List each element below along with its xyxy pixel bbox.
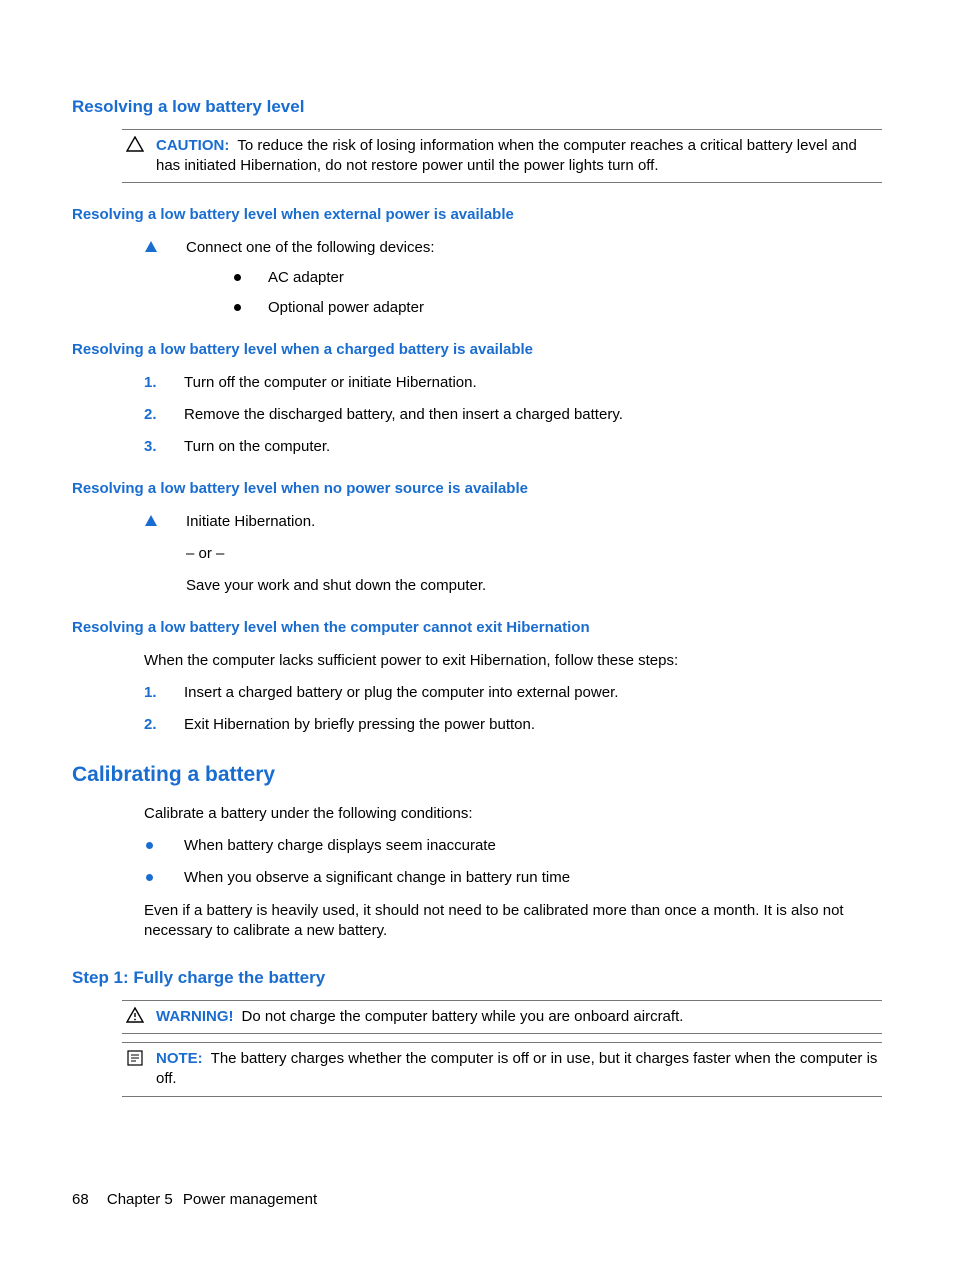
step-text: Exit Hibernation by briefly pressing the… [184, 716, 535, 733]
initiate-hibernation-text: Initiate Hibernation. [186, 513, 315, 530]
list-item: When battery charge displays seem inaccu… [144, 836, 882, 856]
heading-calibrating: Calibrating a battery [72, 761, 882, 789]
step-item: 1. Insert a charged battery or plug the c… [144, 683, 882, 703]
note-label: NOTE: [156, 1050, 211, 1067]
steps-cannot-exit: 1. Insert a charged battery or plug the c… [144, 683, 882, 736]
warning-text: Do not charge the computer battery while… [242, 1008, 684, 1025]
block-external-power: Connect one of the following devices: AC… [144, 238, 882, 319]
page-footer: 68 Chapter 5 Power management [72, 1190, 317, 1210]
triangle-icon [144, 514, 158, 534]
calibrate-intro: Calibrate a battery under the following … [144, 804, 882, 824]
list-item: When you observe a significant change in… [144, 868, 882, 888]
triangle-item: Connect one of the following devices: AC… [144, 238, 882, 319]
chapter-title: Power management [183, 1191, 317, 1208]
calibrate-after: Even if a battery is heavily used, it sh… [144, 901, 882, 942]
list-item-text: AC adapter [268, 269, 344, 286]
note-text: The battery charges whether the computer… [156, 1050, 877, 1087]
caution-icon [124, 136, 146, 158]
triangle-icon [144, 240, 158, 260]
block-no-power: Initiate Hibernation. [144, 512, 882, 532]
heading-external-power: Resolving a low battery level when exter… [72, 205, 882, 225]
step-item: 3. Turn on the computer. [144, 437, 882, 457]
intro-cannot-exit: When the computer lacks sufficient power… [144, 651, 882, 671]
warning-label: WARNING! [156, 1008, 242, 1025]
step-number: 3. [144, 437, 157, 457]
device-list: AC adapter Optional power adapter [228, 268, 882, 319]
heading-no-power: Resolving a low battery level when no po… [72, 479, 882, 499]
steps-charged-battery: 1. Turn off the computer or initiate Hibe… [144, 373, 882, 458]
step-number: 2. [144, 405, 157, 425]
step-item: 2. Remove the discharged battery, and the… [144, 405, 882, 425]
step-text: Turn on the computer. [184, 438, 330, 455]
heading-cannot-exit-hibernation: Resolving a low battery level when the c… [72, 618, 882, 638]
list-item-text: Optional power adapter [268, 299, 424, 316]
warning-icon [124, 1007, 146, 1029]
calibrate-conditions: When battery charge displays seem inaccu… [144, 836, 882, 889]
or-separator: – or – [186, 544, 882, 564]
step-number: 2. [144, 715, 157, 735]
step-item: 2. Exit Hibernation by briefly pressing t… [144, 715, 882, 735]
step-text: Insert a charged battery or plug the com… [184, 684, 618, 701]
heading-charged-battery: Resolving a low battery level when a cha… [72, 340, 882, 360]
note-callout: NOTE:The battery charges whether the com… [122, 1042, 882, 1097]
save-work-text: Save your work and shut down the compute… [186, 576, 882, 596]
list-item-text: When battery charge displays seem inaccu… [184, 837, 496, 854]
step-number: 1. [144, 683, 157, 703]
caution-callout: CAUTION:To reduce the risk of losing inf… [122, 129, 882, 184]
warning-callout: WARNING!Do not charge the computer batte… [122, 1000, 882, 1034]
heading-step1: Step 1: Fully charge the battery [72, 967, 882, 990]
note-icon [124, 1049, 146, 1073]
heading-resolving-low-battery: Resolving a low battery level [72, 96, 882, 119]
caution-label: CAUTION: [156, 137, 237, 154]
connect-devices-text: Connect one of the following devices: [186, 239, 435, 256]
list-item: Optional power adapter [228, 298, 882, 318]
triangle-item: Initiate Hibernation. [144, 512, 882, 532]
list-item: AC adapter [228, 268, 882, 288]
step-item: 1. Turn off the computer or initiate Hibe… [144, 373, 882, 393]
step-text: Turn off the computer or initiate Hibern… [184, 374, 477, 391]
list-item-text: When you observe a significant change in… [184, 869, 570, 886]
chapter-label: Chapter 5 [107, 1191, 179, 1208]
step-number: 1. [144, 373, 157, 393]
step-text: Remove the discharged battery, and then … [184, 406, 623, 423]
page-content: Resolving a low battery level CAUTION:To… [0, 0, 954, 1097]
page-number: 68 [72, 1191, 103, 1208]
caution-text: To reduce the risk of losing information… [156, 137, 857, 174]
